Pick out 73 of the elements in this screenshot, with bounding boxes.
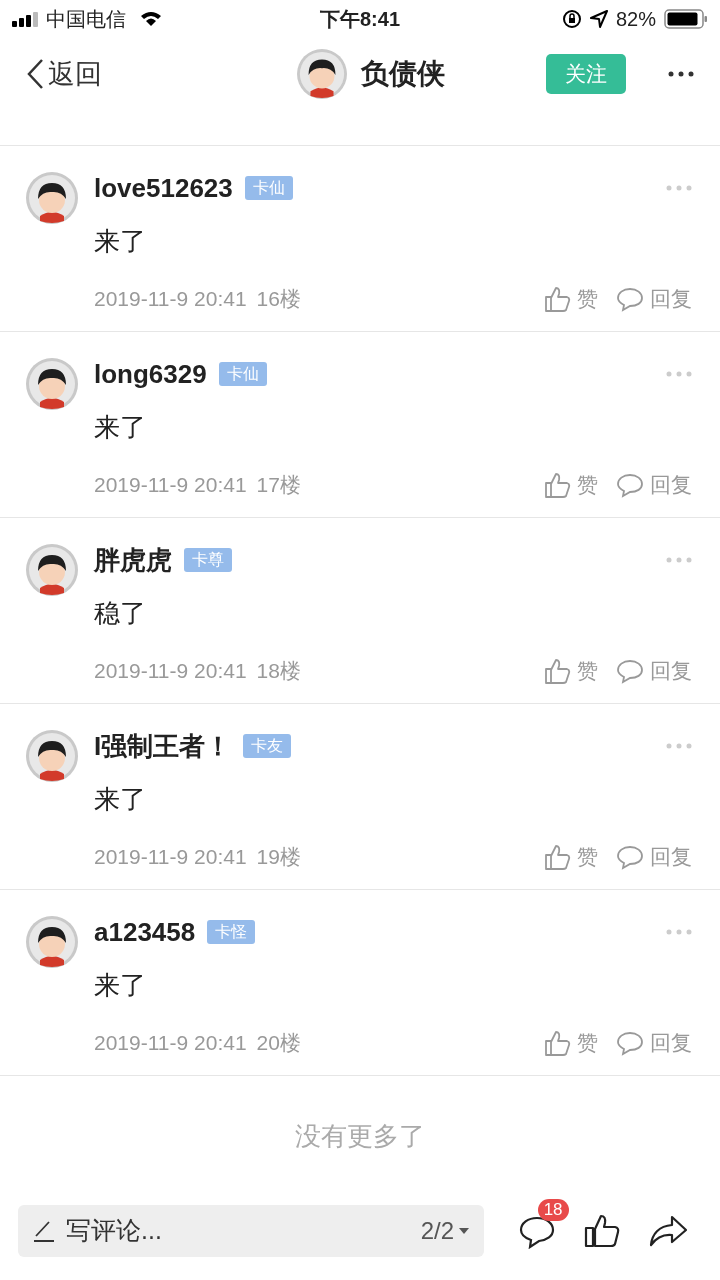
post-time: 2019-11-9 20:41	[94, 658, 247, 684]
speech-bubble-icon	[616, 471, 644, 498]
thumbs-up-icon	[543, 1028, 571, 1057]
comment-count-badge: 18	[537, 1199, 569, 1221]
like-button[interactable]: 赞	[543, 469, 598, 501]
speech-bubble-icon	[616, 285, 644, 312]
pencil-icon	[32, 1219, 56, 1243]
like-button[interactable]: 赞	[543, 1027, 598, 1059]
reply-button[interactable]: 回复	[616, 1027, 692, 1059]
thumbs-up-icon	[543, 656, 571, 685]
floor-number: 17楼	[256, 472, 301, 498]
user-rank-tag: 卡仙	[218, 362, 267, 386]
floor-number: 19楼	[256, 844, 301, 870]
user-rank-tag: 卡友	[243, 734, 292, 758]
caret-down-icon	[458, 1227, 470, 1235]
comment-text: 稳了	[94, 597, 147, 630]
like-button[interactable]: 赞	[543, 841, 598, 873]
post-time: 2019-11-9 20:41	[94, 1030, 247, 1056]
avatar	[297, 49, 347, 99]
page-title: 负债侠	[361, 57, 445, 91]
carrier-name: 中国电信	[46, 7, 126, 32]
like-button[interactable]: 赞	[543, 283, 598, 315]
end-of-list-text: 没有更多了	[295, 1119, 425, 1153]
follow-button[interactable]: 关注	[546, 54, 626, 94]
floor-number: 20楼	[256, 1030, 301, 1056]
avatar	[26, 172, 78, 224]
username[interactable]: I强制王者！	[94, 726, 232, 766]
battery-percent: 82%	[615, 7, 656, 32]
comment-text: 来了	[94, 411, 147, 444]
floor-number: 16楼	[256, 286, 301, 312]
thumbs-up-icon[interactable]	[583, 1213, 621, 1249]
share-icon[interactable]	[648, 1214, 689, 1248]
username[interactable]: a123458	[94, 912, 196, 952]
thumbs-up-icon	[543, 470, 571, 499]
post-time: 2019-11-9 20:41	[94, 472, 247, 498]
user-rank-tag: 卡尊	[184, 548, 232, 572]
username[interactable]: love512623	[94, 168, 233, 208]
avatar	[26, 916, 78, 968]
speech-bubble-icon	[616, 843, 644, 870]
comment-text: 来了	[94, 225, 147, 258]
comment-text: 来了	[94, 783, 147, 816]
user-rank-tag: 卡仙	[244, 176, 293, 200]
back-button[interactable]: 返回	[26, 53, 186, 95]
chevron-left-icon	[26, 58, 44, 90]
signal-icon	[12, 11, 40, 27]
thumbs-up-icon	[543, 842, 571, 871]
battery-icon	[664, 9, 708, 29]
avatar	[26, 358, 78, 410]
reply-button[interactable]: 回复	[616, 655, 692, 687]
post-time: 2019-11-9 20:41	[94, 286, 247, 312]
comment-text: 来了	[94, 969, 147, 1002]
status-time: 下午8:41	[320, 7, 400, 32]
wifi-icon	[140, 11, 162, 27]
reply-button[interactable]: 回复	[616, 841, 692, 873]
like-button[interactable]: 赞	[543, 655, 598, 687]
username[interactable]: 胖虎虎	[94, 540, 172, 580]
post-time: 2019-11-9 20:41	[94, 844, 247, 870]
avatar	[26, 544, 78, 596]
thumbs-up-icon	[543, 284, 571, 313]
reply-button[interactable]: 回复	[616, 283, 692, 315]
page-indicator[interactable]: 2/2	[420, 1213, 454, 1249]
speech-bubble-icon	[616, 1029, 644, 1056]
rotation-lock-icon	[561, 9, 582, 29]
location-icon	[589, 10, 608, 28]
username[interactable]: long6329	[94, 354, 207, 394]
floor-number: 18楼	[256, 658, 301, 684]
speech-bubble-icon	[616, 657, 644, 684]
reply-button[interactable]: 回复	[616, 469, 692, 501]
more-icon[interactable]	[668, 71, 694, 77]
avatar	[26, 730, 78, 782]
user-rank-tag: 卡怪	[207, 920, 256, 944]
comment-field[interactable]: 写评论... 2/2	[18, 1205, 484, 1257]
comment-input[interactable]: 写评论...	[66, 1212, 421, 1250]
